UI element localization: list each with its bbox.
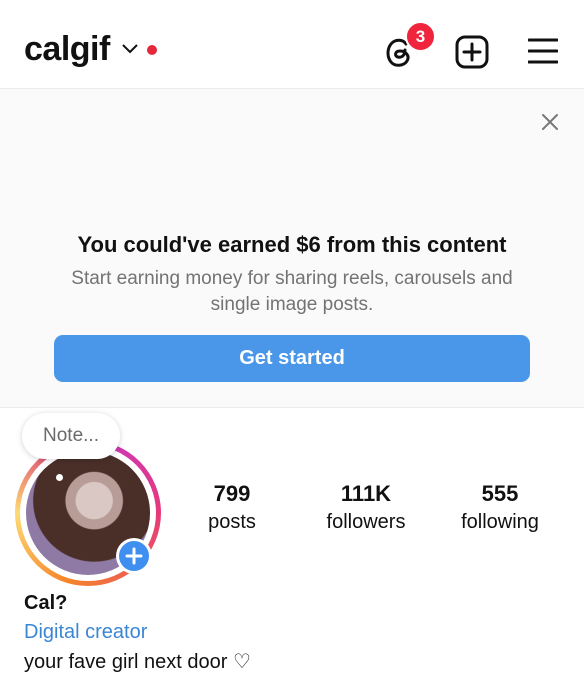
stat-value: 111K bbox=[340, 481, 392, 506]
stat-value: 799 bbox=[213, 481, 251, 506]
banner-subtitle: Start earning money for sharing reels, c… bbox=[71, 268, 513, 315]
stat-label: posts bbox=[208, 511, 256, 533]
unread-dot bbox=[147, 45, 157, 55]
chevron-down-icon[interactable] bbox=[122, 44, 138, 54]
stat-posts[interactable]: 799 posts bbox=[192, 481, 272, 534]
menu-icon[interactable] bbox=[528, 38, 558, 64]
new-post-icon[interactable] bbox=[455, 35, 489, 69]
profile-name: Cal? bbox=[24, 592, 68, 614]
stat-followers[interactable]: 111K followers bbox=[316, 481, 416, 534]
get-started-button[interactable]: Get started bbox=[54, 335, 530, 382]
username-switcher[interactable]: calgif bbox=[24, 30, 110, 69]
profile-category[interactable]: Digital creator bbox=[24, 621, 147, 644]
stat-following[interactable]: 555 following bbox=[450, 481, 550, 534]
banner-divider bbox=[0, 407, 584, 408]
banner-title: You could've earned $6 from this content bbox=[77, 232, 507, 257]
add-story-icon bbox=[125, 547, 143, 565]
stat-label: followers bbox=[326, 511, 406, 533]
close-icon[interactable] bbox=[541, 113, 559, 131]
notification-badge: 3 bbox=[405, 21, 436, 52]
top-bar: calgif 3 bbox=[0, 0, 584, 88]
note-tail bbox=[56, 474, 63, 481]
note-bubble[interactable]: Note... bbox=[22, 413, 120, 459]
stat-value: 555 bbox=[481, 481, 519, 506]
add-story-button[interactable] bbox=[116, 538, 152, 574]
stat-label: following bbox=[461, 511, 539, 533]
profile-bio: your fave girl next door ♡ bbox=[24, 651, 251, 673]
